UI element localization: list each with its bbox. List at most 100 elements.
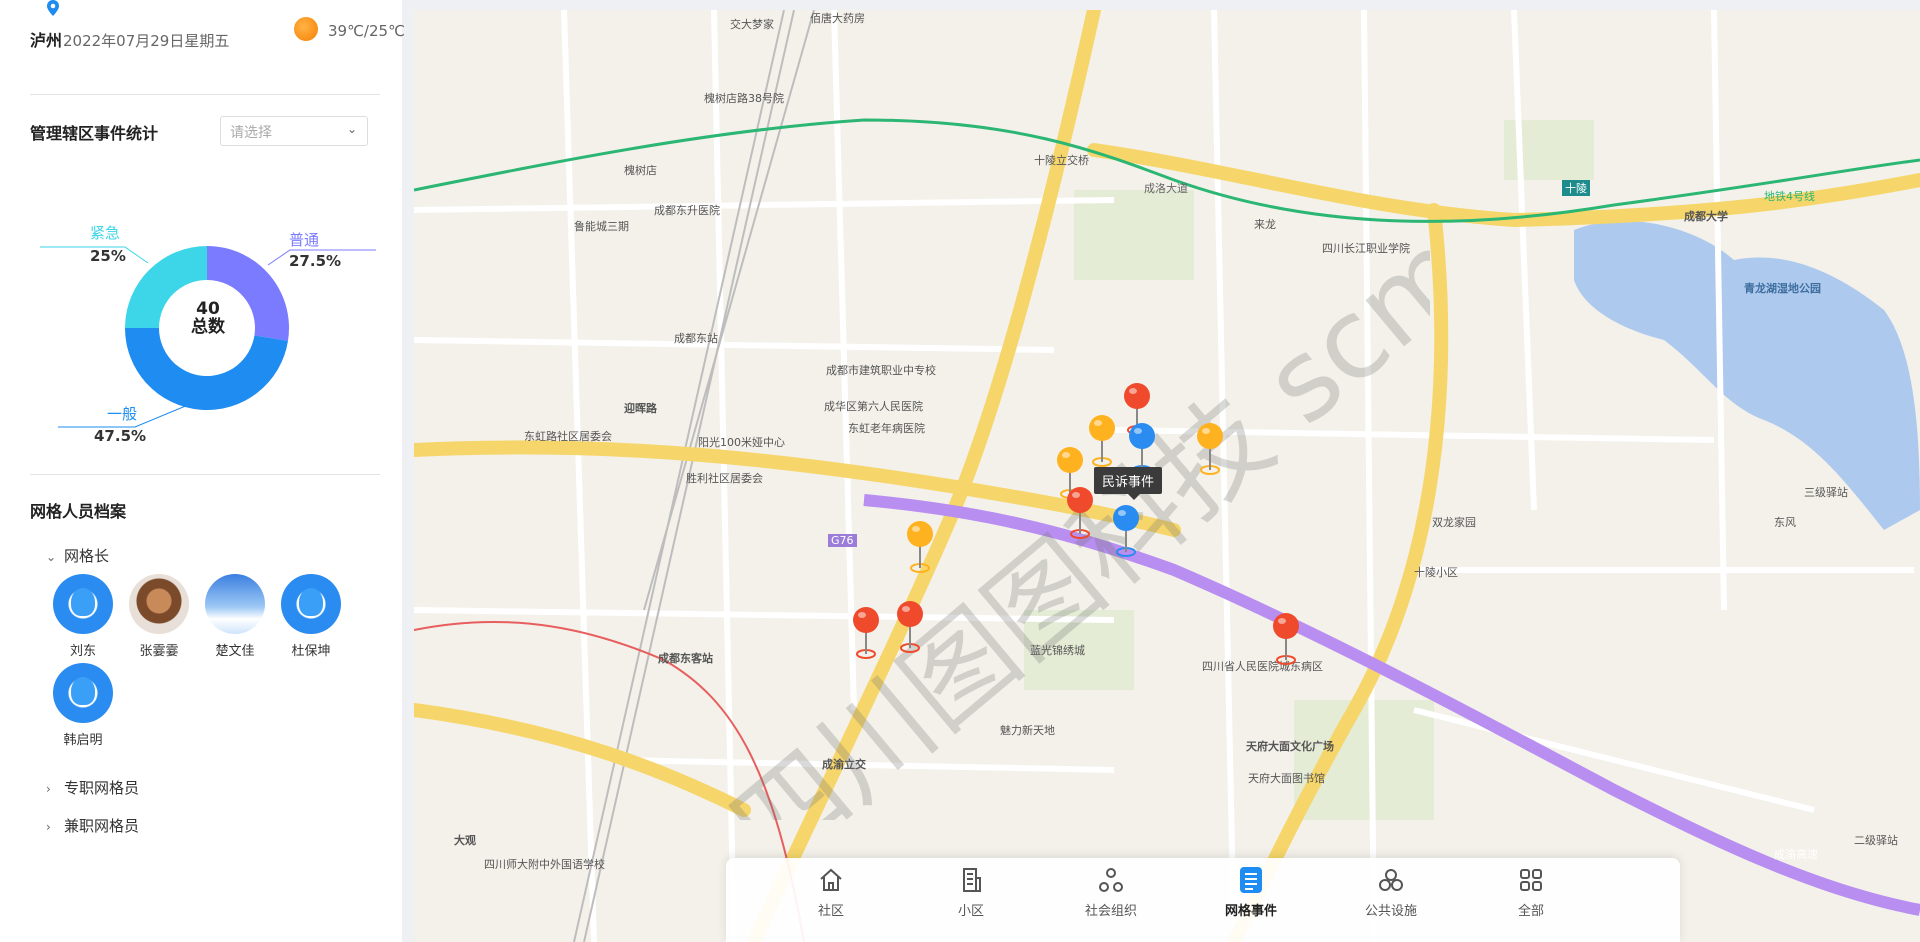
toolbar-social-org[interactable]: 社会组织 xyxy=(1066,858,1156,919)
map-pin-icon xyxy=(1113,505,1139,557)
map-label: 成都东客站 xyxy=(658,652,713,665)
map-marker-red[interactable] xyxy=(894,598,926,658)
temperature: 39℃/25℃ xyxy=(328,22,405,40)
house-icon xyxy=(820,868,842,891)
toolbar-label: 社会组织 xyxy=(1084,904,1137,919)
total-value: 40 xyxy=(196,299,220,319)
map-label: 十陵 xyxy=(1562,180,1590,196)
map-marker-red[interactable] xyxy=(1270,610,1302,670)
member-card[interactable]: 刘东 xyxy=(48,574,118,659)
map-label: 魅力新天地 xyxy=(1000,724,1055,737)
map-label: 十陵小区 xyxy=(1414,566,1458,579)
map-marker-red[interactable] xyxy=(1064,484,1096,544)
chevron-down-icon: ⌄ xyxy=(346,122,357,136)
chevron-down-icon: ⌄ xyxy=(46,550,57,564)
map-label: 迎晖路 xyxy=(624,402,657,415)
map-pin-icon xyxy=(907,521,933,573)
map-label: 天府大面图书馆 xyxy=(1248,772,1325,785)
map-marker-blue[interactable] xyxy=(1110,502,1142,562)
map-label: 地铁4号线 xyxy=(1764,190,1815,203)
member-card[interactable]: 韩启明 xyxy=(48,663,118,748)
toolbar-all[interactable]: 全部 xyxy=(1486,858,1576,919)
sidebar: 泸州 2022年07月29日星期五 39℃/25℃ 管理辖区事件统计 请选择 ⌄… xyxy=(0,0,405,942)
map-label: 胜利社区居委会 xyxy=(686,472,763,485)
toolbar-label: 公共设施 xyxy=(1364,904,1417,919)
toolbar-community[interactable]: 社区 xyxy=(786,858,876,919)
segment-percent-general: 47.5% xyxy=(94,427,147,445)
chevron-right-icon: › xyxy=(46,820,51,834)
map-label: 成洛大道 xyxy=(1144,182,1188,195)
member-name: 杜保坤 xyxy=(291,644,331,659)
map-label: 槐树店路38号院 xyxy=(704,92,784,105)
personnel-title: 网格人员档案 xyxy=(30,502,127,521)
location-pin-icon xyxy=(47,0,59,16)
event-tooltip: 民诉事件 xyxy=(1094,467,1163,500)
member-name: 张霎霎 xyxy=(139,644,179,659)
map-label: 四川长江职业学院 xyxy=(1322,242,1410,255)
map-label: 大观 xyxy=(454,834,476,847)
map-label: 十陵立交桥 xyxy=(1034,154,1089,167)
map-label: 二级驿站 xyxy=(1854,834,1898,847)
segment-label-normal: 普通 xyxy=(289,231,320,249)
avatar xyxy=(53,574,113,634)
map-label: 成渝立交 xyxy=(822,758,866,771)
toolbar-label: 网格事件 xyxy=(1224,904,1277,919)
total-label: 总数 xyxy=(191,317,225,337)
map-label: 佰唐大药房 xyxy=(810,12,865,25)
group-parttime[interactable]: › 兼职网格员 xyxy=(46,815,139,836)
member-card[interactable]: 楚文佳 xyxy=(200,574,270,659)
map-label: 东虹老年病医院 xyxy=(848,422,925,435)
member-card[interactable]: 张霎霎 xyxy=(124,574,194,659)
map-marker-orange[interactable] xyxy=(904,518,936,578)
map-pin-icon xyxy=(1067,487,1093,539)
sun-icon xyxy=(294,17,318,41)
segment-percent-urgent: 25% xyxy=(90,247,126,265)
facilities-icon xyxy=(1379,869,1403,891)
member-name: 楚文佳 xyxy=(215,644,255,659)
map-marker-orange[interactable] xyxy=(1086,412,1118,472)
event-stats-title: 管理辖区事件统计 xyxy=(30,124,159,143)
avatar xyxy=(281,574,341,634)
map-label: 四川师大附中外国语学校 xyxy=(484,858,605,871)
map-pin-icon xyxy=(897,601,923,653)
map-marker-red[interactable] xyxy=(850,604,882,664)
toolbar-grid-events[interactable]: 网格事件 xyxy=(1206,858,1296,919)
map-label: 槐树店 xyxy=(624,164,657,177)
segment-percent-normal: 27.5% xyxy=(289,252,342,270)
group-grid-leader[interactable]: ⌄ 网格长 xyxy=(46,545,109,566)
toolbar-public-facilities[interactable]: 公共设施 xyxy=(1346,858,1436,919)
map-toolbar: 社区 小区 社会组织 网格事件 公共设施 全部 xyxy=(726,858,1680,942)
map-label: 成都大学 xyxy=(1684,210,1728,223)
member-name: 韩启明 xyxy=(63,733,103,748)
map-label: 东风 xyxy=(1774,516,1796,529)
toolbar-residential[interactable]: 小区 xyxy=(926,858,1016,919)
map-marker-orange[interactable] xyxy=(1194,420,1226,480)
map-pin-icon xyxy=(1089,415,1115,467)
map-pin-icon xyxy=(1273,613,1299,665)
map-label: 青龙湖湿地公园 xyxy=(1744,282,1821,295)
chevron-right-icon: › xyxy=(46,782,51,796)
map-view[interactable]: 交大梦家 佰唐大药房 槐树店路38号院 槐树店 成都东升医院 鲁能城三期 成都东… xyxy=(414,10,1920,942)
grid-icon xyxy=(1520,869,1542,891)
district-select[interactable]: 请选择 ⌄ xyxy=(220,116,368,146)
map-label: 交大梦家 xyxy=(730,18,774,31)
divider xyxy=(30,94,380,95)
avatar xyxy=(53,663,113,723)
divider xyxy=(30,474,380,475)
member-card[interactable]: 杜保坤 xyxy=(276,574,346,659)
avatar xyxy=(129,574,189,634)
group-label: 兼职网格员 xyxy=(64,817,140,835)
toolbar-label: 全部 xyxy=(1517,904,1544,919)
map-label: 成都东站 xyxy=(674,332,718,345)
donut-segment-general[interactable] xyxy=(125,328,288,410)
map-label: 成华区第六人民医院 xyxy=(824,400,923,413)
current-date: 2022年07月29日星期五 xyxy=(63,32,230,50)
toolbar-label: 社区 xyxy=(817,904,844,919)
map-label-layer: 交大梦家 佰唐大药房 槐树店路38号院 槐树店 成都东升医院 鲁能城三期 成都东… xyxy=(414,10,1920,942)
segment-label-urgent: 紧急 xyxy=(90,224,121,242)
map-pin-icon xyxy=(1197,423,1223,475)
segment-label-general: 一般 xyxy=(107,405,138,423)
map-label: 蓝光锦绣城 xyxy=(1030,644,1085,657)
group-fulltime[interactable]: › 专职网格员 xyxy=(46,777,139,798)
map-label: 三级驿站 xyxy=(1804,486,1848,499)
